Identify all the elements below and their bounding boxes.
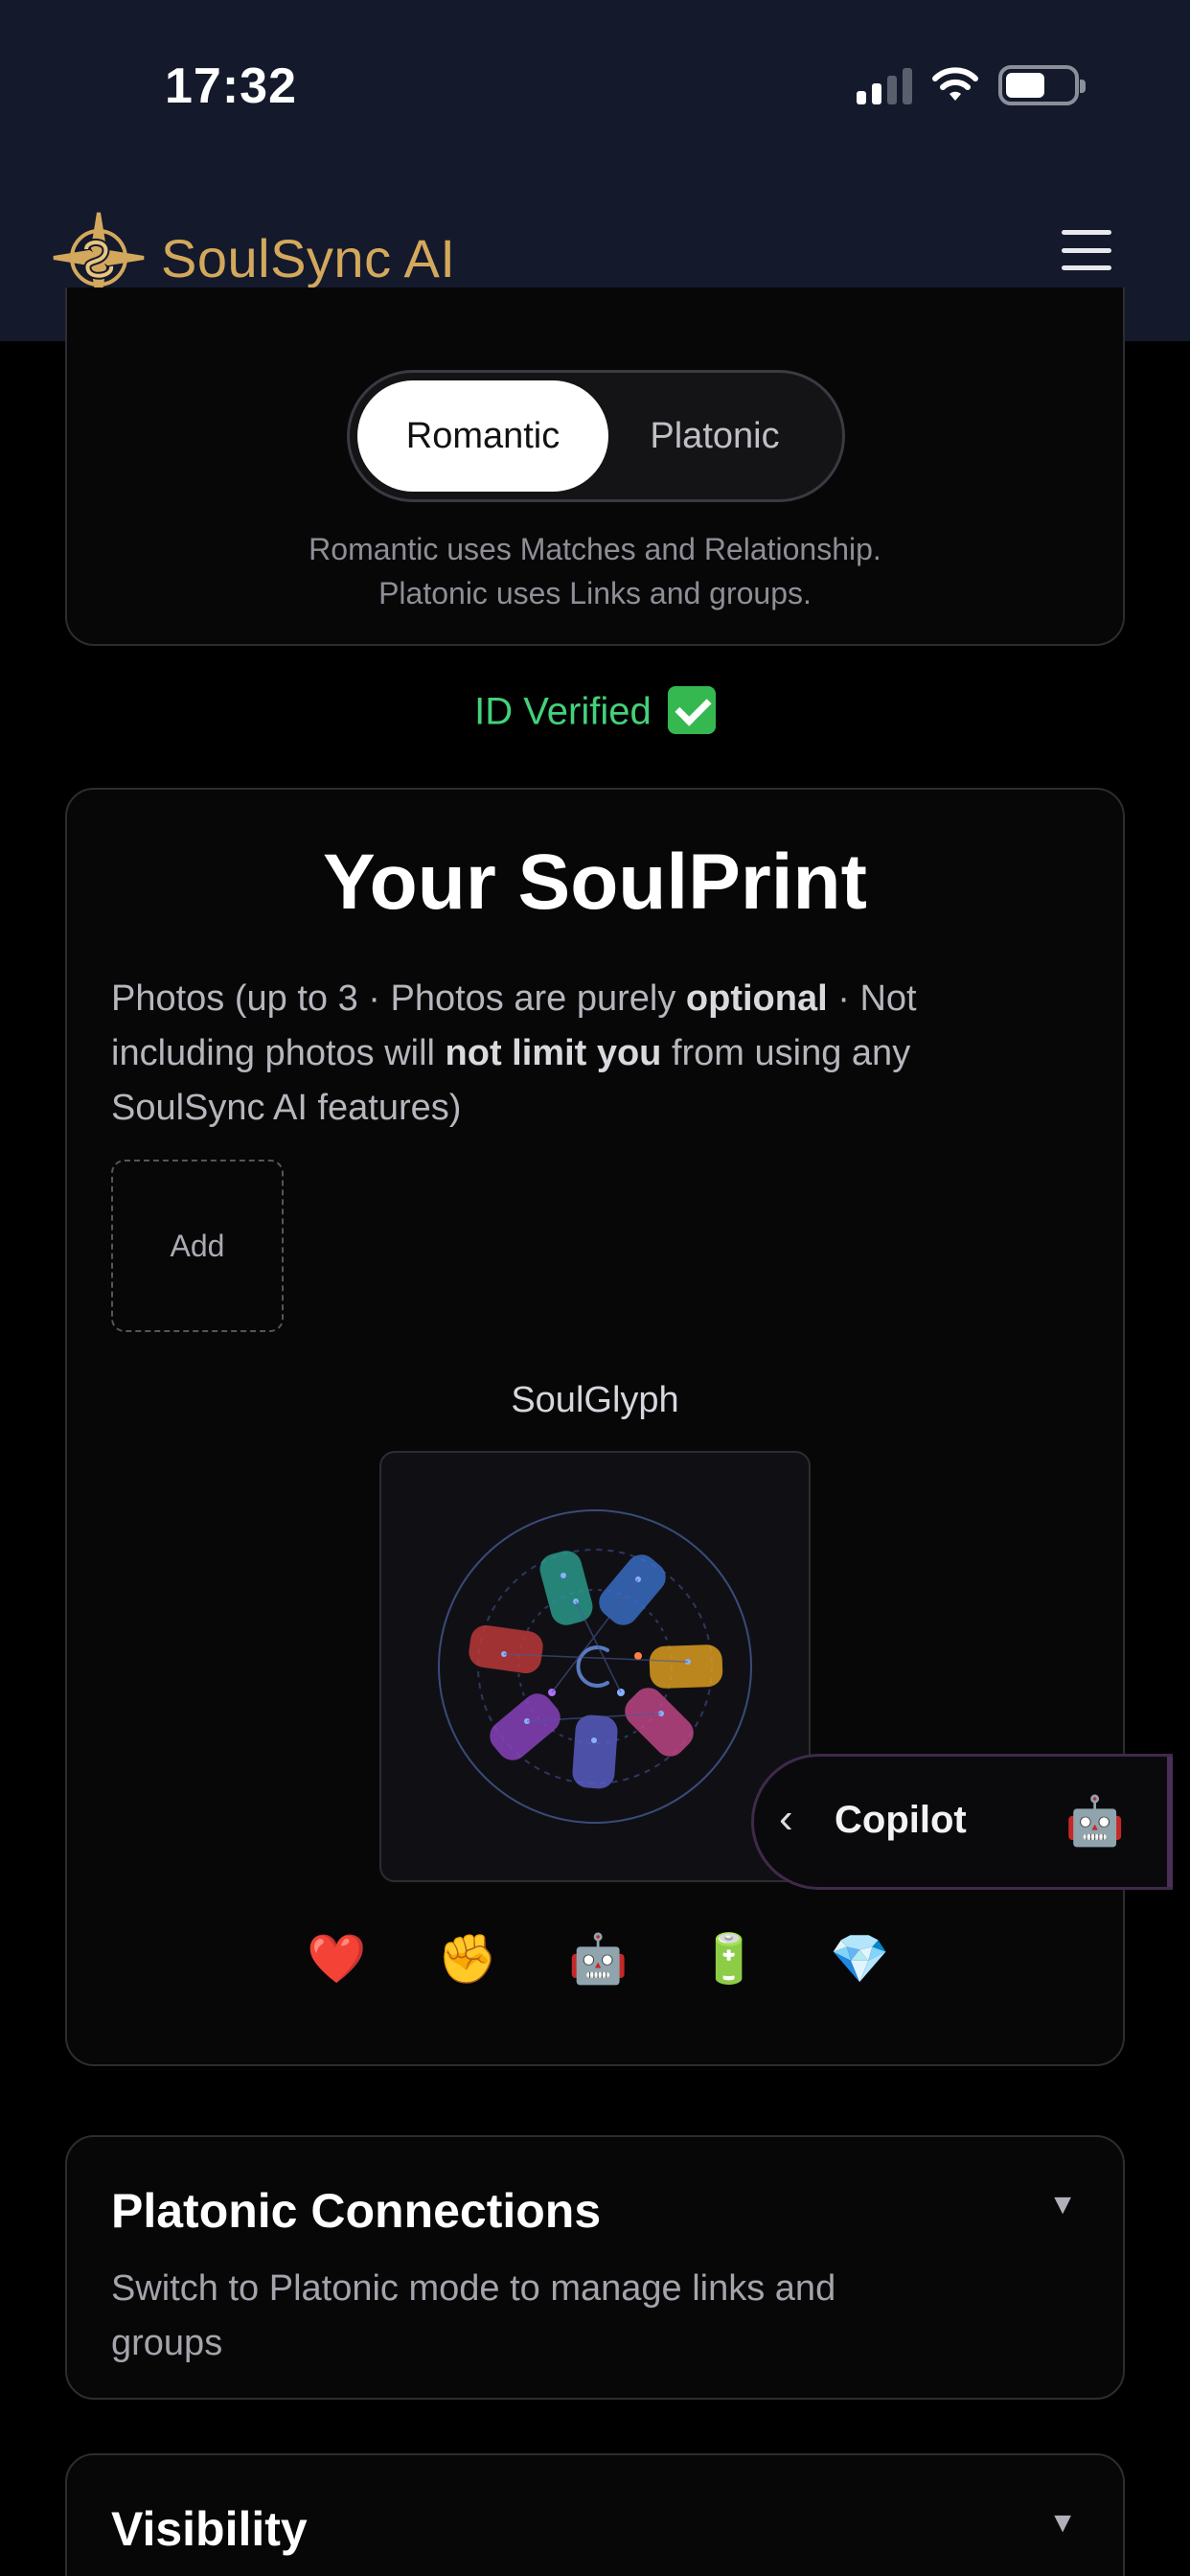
app-name: SoulSync AI xyxy=(161,227,456,288)
battery-trait-icon[interactable]: 🔋 xyxy=(699,1930,759,1988)
photos-desc-bold-2: not limit you xyxy=(445,1033,662,1073)
mode-toggle[interactable]: Romantic Platonic xyxy=(347,370,845,502)
platonic-mode-option[interactable]: Platonic xyxy=(589,380,840,492)
mode-description: Romantic uses Matches and Relationship. … xyxy=(67,527,1123,615)
visibility-section[interactable]: Visibility ▼ xyxy=(65,2453,1125,2576)
check-mark-icon xyxy=(667,686,716,734)
mode-card: Romantic Platonic Romantic uses Matches … xyxy=(65,288,1125,646)
robot-icon[interactable]: 🤖 xyxy=(568,1930,628,1988)
photos-desc-text-1: Photos (up to 3 · Photos are purely xyxy=(111,978,686,1019)
section-title: Visibility xyxy=(111,2502,308,2556)
mode-description-line-1: Romantic uses Matches and Relationship. xyxy=(309,532,881,566)
wifi-icon xyxy=(932,67,978,101)
chevron-down-icon[interactable]: ▼ xyxy=(1048,2507,1077,2540)
status-time: 17:32 xyxy=(165,58,297,114)
photos-desc-bold-1: optional xyxy=(685,978,828,1019)
cellular-signal-icon xyxy=(857,66,912,104)
section-description: Switch to Platonic mode to manage links … xyxy=(111,2268,836,2363)
add-photo-button[interactable]: Add xyxy=(111,1160,284,1332)
raised-fist-icon[interactable]: ✊ xyxy=(438,1930,497,1988)
romantic-mode-option[interactable]: Romantic xyxy=(357,380,608,492)
battery-icon xyxy=(998,65,1086,105)
copilot-label: Copilot xyxy=(835,1799,967,1841)
soulglyph-label: SoulGlyph xyxy=(511,1380,679,1420)
photos-description: Photos (up to 3 · Photos are purely opti… xyxy=(111,972,1069,1136)
soulglyph-visual[interactable] xyxy=(379,1451,811,1882)
heart-icon[interactable]: ❤️ xyxy=(307,1930,366,1988)
id-verified-label: ID Verified xyxy=(474,690,652,733)
hamburger-menu-icon[interactable] xyxy=(1062,230,1111,270)
section-title: Platonic Connections xyxy=(111,2184,602,2238)
copilot-button[interactable]: ‹ Copilot 🤖 xyxy=(751,1754,1173,1890)
trait-icons-row: ❤️ ✊ 🤖 🔋 💎 xyxy=(307,1930,889,1988)
status-icons xyxy=(857,65,1086,105)
platonic-connections-section[interactable]: Platonic Connections Switch to Platonic … xyxy=(65,2135,1125,2400)
robot-icon: 🤖 xyxy=(1064,1794,1125,1848)
soulglyph-graphic xyxy=(438,1509,752,1824)
mode-description-line-2: Platonic uses Links and groups. xyxy=(378,576,812,610)
soulprint-title: Your SoulPrint xyxy=(323,839,867,926)
chevron-left-icon: ‹ xyxy=(779,1795,793,1842)
id-verified-badge: ID Verified xyxy=(0,686,1190,738)
gem-icon[interactable]: 💎 xyxy=(830,1930,889,1988)
chevron-down-icon[interactable]: ▼ xyxy=(1048,2189,1077,2221)
